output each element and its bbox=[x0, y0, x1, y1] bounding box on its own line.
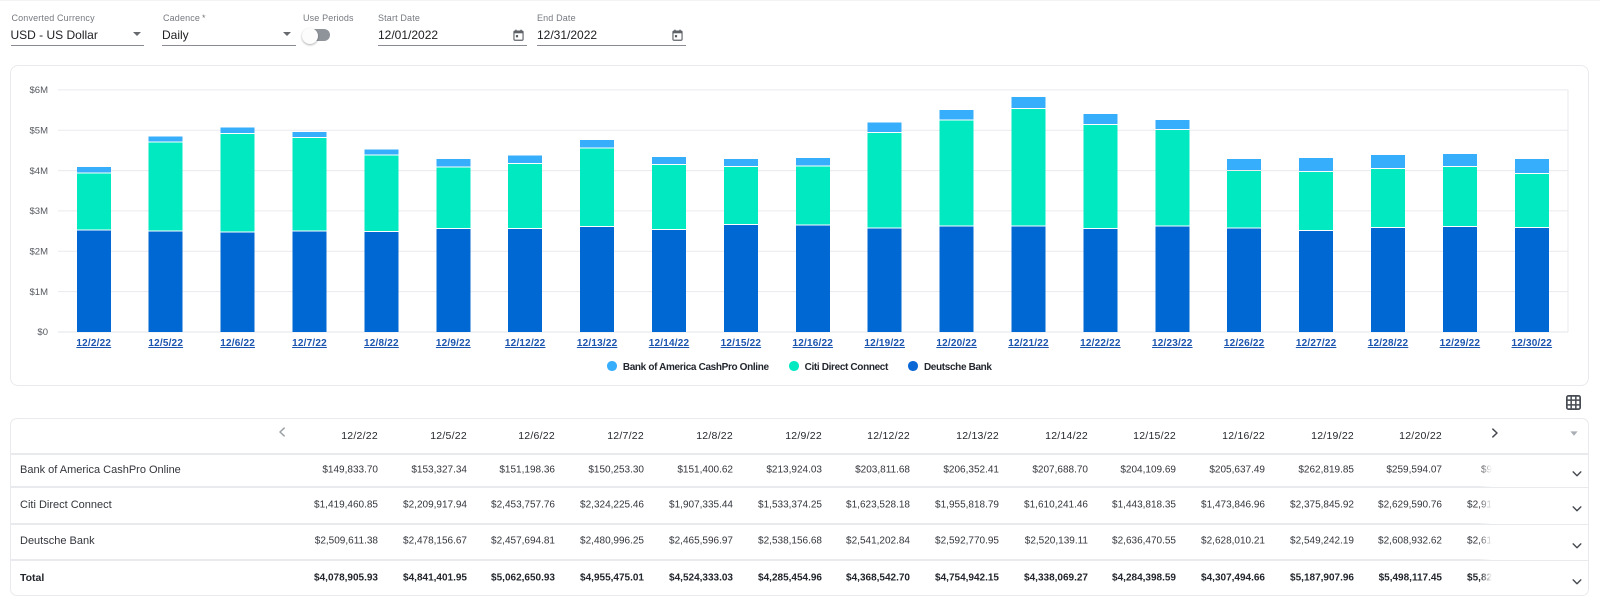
svg-text:$4M: $4M bbox=[30, 166, 49, 177]
svg-text:12/9/22: 12/9/22 bbox=[436, 338, 471, 349]
svg-text:12/2/22: 12/2/22 bbox=[76, 338, 111, 349]
svg-text:12/8/22: 12/8/22 bbox=[364, 338, 399, 349]
svg-text:12/7/22: 12/7/22 bbox=[292, 338, 327, 349]
svg-text:$5M: $5M bbox=[30, 125, 49, 136]
svg-text:12/27/22: 12/27/22 bbox=[1296, 338, 1337, 349]
svg-text:12/14/22: 12/14/22 bbox=[649, 338, 690, 349]
svg-text:$2M: $2M bbox=[30, 247, 49, 258]
svg-text:12/19/22: 12/19/22 bbox=[864, 338, 905, 349]
svg-text:12/12/22: 12/12/22 bbox=[505, 338, 546, 349]
svg-text:$6M: $6M bbox=[30, 85, 49, 96]
svg-text:$1M: $1M bbox=[30, 287, 49, 298]
svg-text:$3M: $3M bbox=[30, 206, 49, 217]
svg-text:12/21/22: 12/21/22 bbox=[1008, 338, 1049, 349]
svg-text:12/30/22: 12/30/22 bbox=[1512, 338, 1553, 349]
svg-text:12/23/22: 12/23/22 bbox=[1152, 338, 1193, 349]
svg-text:12/16/22: 12/16/22 bbox=[793, 338, 834, 349]
svg-text:12/5/22: 12/5/22 bbox=[148, 338, 183, 349]
svg-text:12/20/22: 12/20/22 bbox=[936, 338, 977, 349]
svg-text:12/28/22: 12/28/22 bbox=[1368, 338, 1409, 349]
svg-text:12/29/22: 12/29/22 bbox=[1440, 338, 1481, 349]
svg-text:12/22/22: 12/22/22 bbox=[1080, 338, 1121, 349]
svg-text:$0: $0 bbox=[37, 327, 48, 338]
svg-text:12/26/22: 12/26/22 bbox=[1224, 338, 1265, 349]
svg-text:12/13/22: 12/13/22 bbox=[577, 338, 618, 349]
svg-text:12/6/22: 12/6/22 bbox=[220, 338, 255, 349]
svg-text:12/15/22: 12/15/22 bbox=[721, 338, 762, 349]
